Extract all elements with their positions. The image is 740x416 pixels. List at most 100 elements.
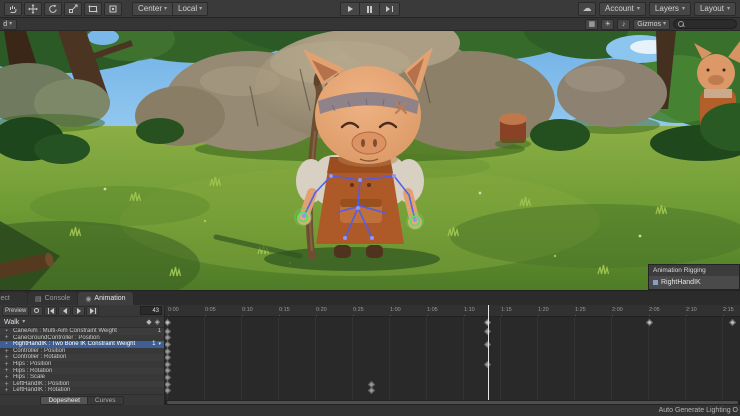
transform-icon: + (4, 387, 9, 394)
property-name: Controller : Position (13, 347, 66, 354)
chevron-down-icon: ▾ (681, 5, 685, 12)
animation-property-row[interactable]: + CaneGroundController : Position (0, 334, 164, 342)
animation-property-row[interactable]: + LeftHandIK : Position (0, 381, 164, 388)
ruler-tick: 0:15 (279, 307, 290, 316)
ruler-tick: 1:00 (390, 307, 401, 316)
layout-dropdown[interactable]: Layout ▾ (693, 1, 736, 16)
gridline (315, 317, 316, 400)
keyframe-diamond[interactable] (165, 318, 171, 327)
scene-toolbar: Shaded ▾ ▦ ☀ ♪ Gizmos ▾ (0, 18, 740, 31)
record-button[interactable] (30, 305, 44, 316)
hand-tool-button[interactable] (4, 1, 22, 16)
tab-console[interactable]: ▤ Console (28, 292, 78, 305)
animation-property-row[interactable]: + LeftHandIK : Rotation (0, 387, 164, 394)
keyframe-diamond[interactable] (165, 373, 171, 382)
scene-search-input[interactable] (686, 20, 732, 28)
dopesheet[interactable] (165, 317, 740, 400)
prev-key-button[interactable] (58, 305, 72, 316)
gridline (648, 317, 649, 400)
gridline (204, 317, 205, 400)
collab-cloud-button[interactable]: ☁ (578, 1, 596, 16)
animation-property-row[interactable]: ▪ RightHandIK : Two Bone IK Constraint We… (0, 341, 164, 348)
ruler-tick: 1:05 (427, 307, 438, 316)
property-name: Hips : Scale (13, 374, 46, 381)
scene-audio-button[interactable]: ♪ (617, 18, 631, 30)
property-name: Controller : Rotation (13, 354, 67, 361)
ruler-tick: 2:15 (723, 307, 734, 316)
auto-generate-lighting-status[interactable]: Auto Generate Lighting O (659, 407, 738, 414)
animation-property-row[interactable]: + Hips : Position (0, 361, 164, 368)
add-keyframe-button[interactable]: ◆ (146, 319, 151, 326)
draw-mode-clip: Shaded ▾ (3, 18, 17, 30)
ruler-tick: 1:20 (538, 307, 549, 316)
step-button[interactable] (380, 2, 400, 16)
gridline (278, 317, 279, 400)
gizmos-dropdown[interactable]: Gizmos ▾ (633, 18, 670, 30)
property-name: Hips : Position (13, 360, 52, 367)
ruler-tick: 1:15 (501, 307, 512, 316)
layers-dropdown[interactable]: Layers ▾ (648, 1, 691, 16)
ruler-tick: 0:25 (353, 307, 364, 316)
main-toolbar: Center ▾ Local ▾ ☁ Account ▾ Layers ▾ La… (0, 0, 740, 18)
scene-viewport[interactable] (0, 31, 740, 290)
gridline (426, 317, 427, 400)
scrollbar-thumb[interactable] (167, 401, 738, 404)
account-label: Account (605, 4, 634, 13)
tab-project[interactable]: Project (0, 292, 27, 305)
account-dropdown[interactable]: Account ▾ (599, 1, 646, 16)
draw-mode-dropdown[interactable]: Shaded ▾ (3, 18, 17, 30)
scene-view: Shaded ▾ ▦ ☀ ♪ Gizmos ▾ (0, 18, 740, 290)
scale-tool-button[interactable] (64, 1, 82, 16)
transform-icon: + (4, 334, 9, 342)
animation-property-row[interactable]: + Hips : Rotation (0, 367, 164, 374)
rotate-tool-button[interactable] (44, 1, 62, 16)
chevron-down-icon: ▾ (636, 5, 640, 12)
animation-property-row[interactable]: + Hips : Scale (0, 374, 164, 381)
tab-project-label: Project (0, 295, 10, 302)
dopesheet-button[interactable]: Dopesheet (40, 395, 88, 405)
tab-console-label: Console (44, 295, 71, 302)
horizontal-scrollbar[interactable] (165, 400, 740, 405)
move-tool-button[interactable] (24, 1, 42, 16)
property-name: LeftHandIK : Rotation (13, 387, 71, 394)
next-key-button[interactable] (86, 305, 100, 316)
add-event-button[interactable]: ◈ (155, 319, 160, 326)
tree-stump[interactable] (495, 113, 531, 149)
rect-tool-button[interactable] (84, 1, 102, 16)
rig-item-label: RightHandIK (661, 279, 701, 286)
pivot-local-button[interactable]: Local ▾ (173, 1, 209, 16)
ruler-tick: 0:10 (242, 307, 253, 316)
transform-tool-button[interactable] (104, 1, 122, 16)
animation-property-row[interactable]: + Controller : Rotation (0, 354, 164, 361)
scene-lighting-button[interactable]: ☀ (601, 18, 615, 30)
animation-property-row[interactable]: ▪ CaneAim : Multi-Aim Constraint Weight 1 (0, 328, 164, 335)
clip-dropdown[interactable]: Walk (4, 319, 19, 326)
pivot-center-button[interactable]: Center ▾ (132, 1, 174, 16)
keyframe-diamond[interactable] (165, 340, 171, 349)
tab-animation[interactable]: ◉ Animation (78, 292, 133, 305)
property-name: CaneGroundController : Position (13, 334, 100, 341)
keyframe-diamond[interactable] (165, 354, 171, 362)
play-button[interactable] (340, 2, 360, 16)
timeline-ruler[interactable]: 0:00 0:05 0:10 0:15 0:20 0:25 1:00 1:05 1:10 1:15… (165, 305, 740, 317)
gridline (389, 317, 390, 400)
rigging-overlay-item[interactable]: RightHandIK (649, 276, 739, 289)
playhead[interactable] (487, 305, 489, 400)
preview-toggle-button[interactable]: Preview (2, 305, 30, 316)
pause-button[interactable] (360, 2, 380, 16)
ruler-tick: 2:00 (612, 307, 623, 316)
keyframe-diamond[interactable] (367, 387, 376, 395)
curves-button[interactable]: Curves (87, 395, 124, 405)
keyframe-diamond[interactable] (165, 387, 171, 395)
keyframe-diamond[interactable] (728, 318, 736, 327)
ruler-tick: 0:20 (316, 307, 327, 316)
grid-toggle-button[interactable]: ▦ (585, 18, 599, 30)
anim-play-button[interactable] (72, 305, 86, 316)
grid-icon: ▦ (588, 21, 596, 28)
layout-label: Layout (699, 4, 724, 13)
gridline (241, 317, 242, 400)
constraint-icon: ▪ (5, 328, 8, 335)
current-frame-field[interactable]: 43 (140, 306, 162, 315)
first-frame-button[interactable] (44, 305, 58, 316)
animation-property-row[interactable]: + Controller : Position (0, 348, 164, 355)
